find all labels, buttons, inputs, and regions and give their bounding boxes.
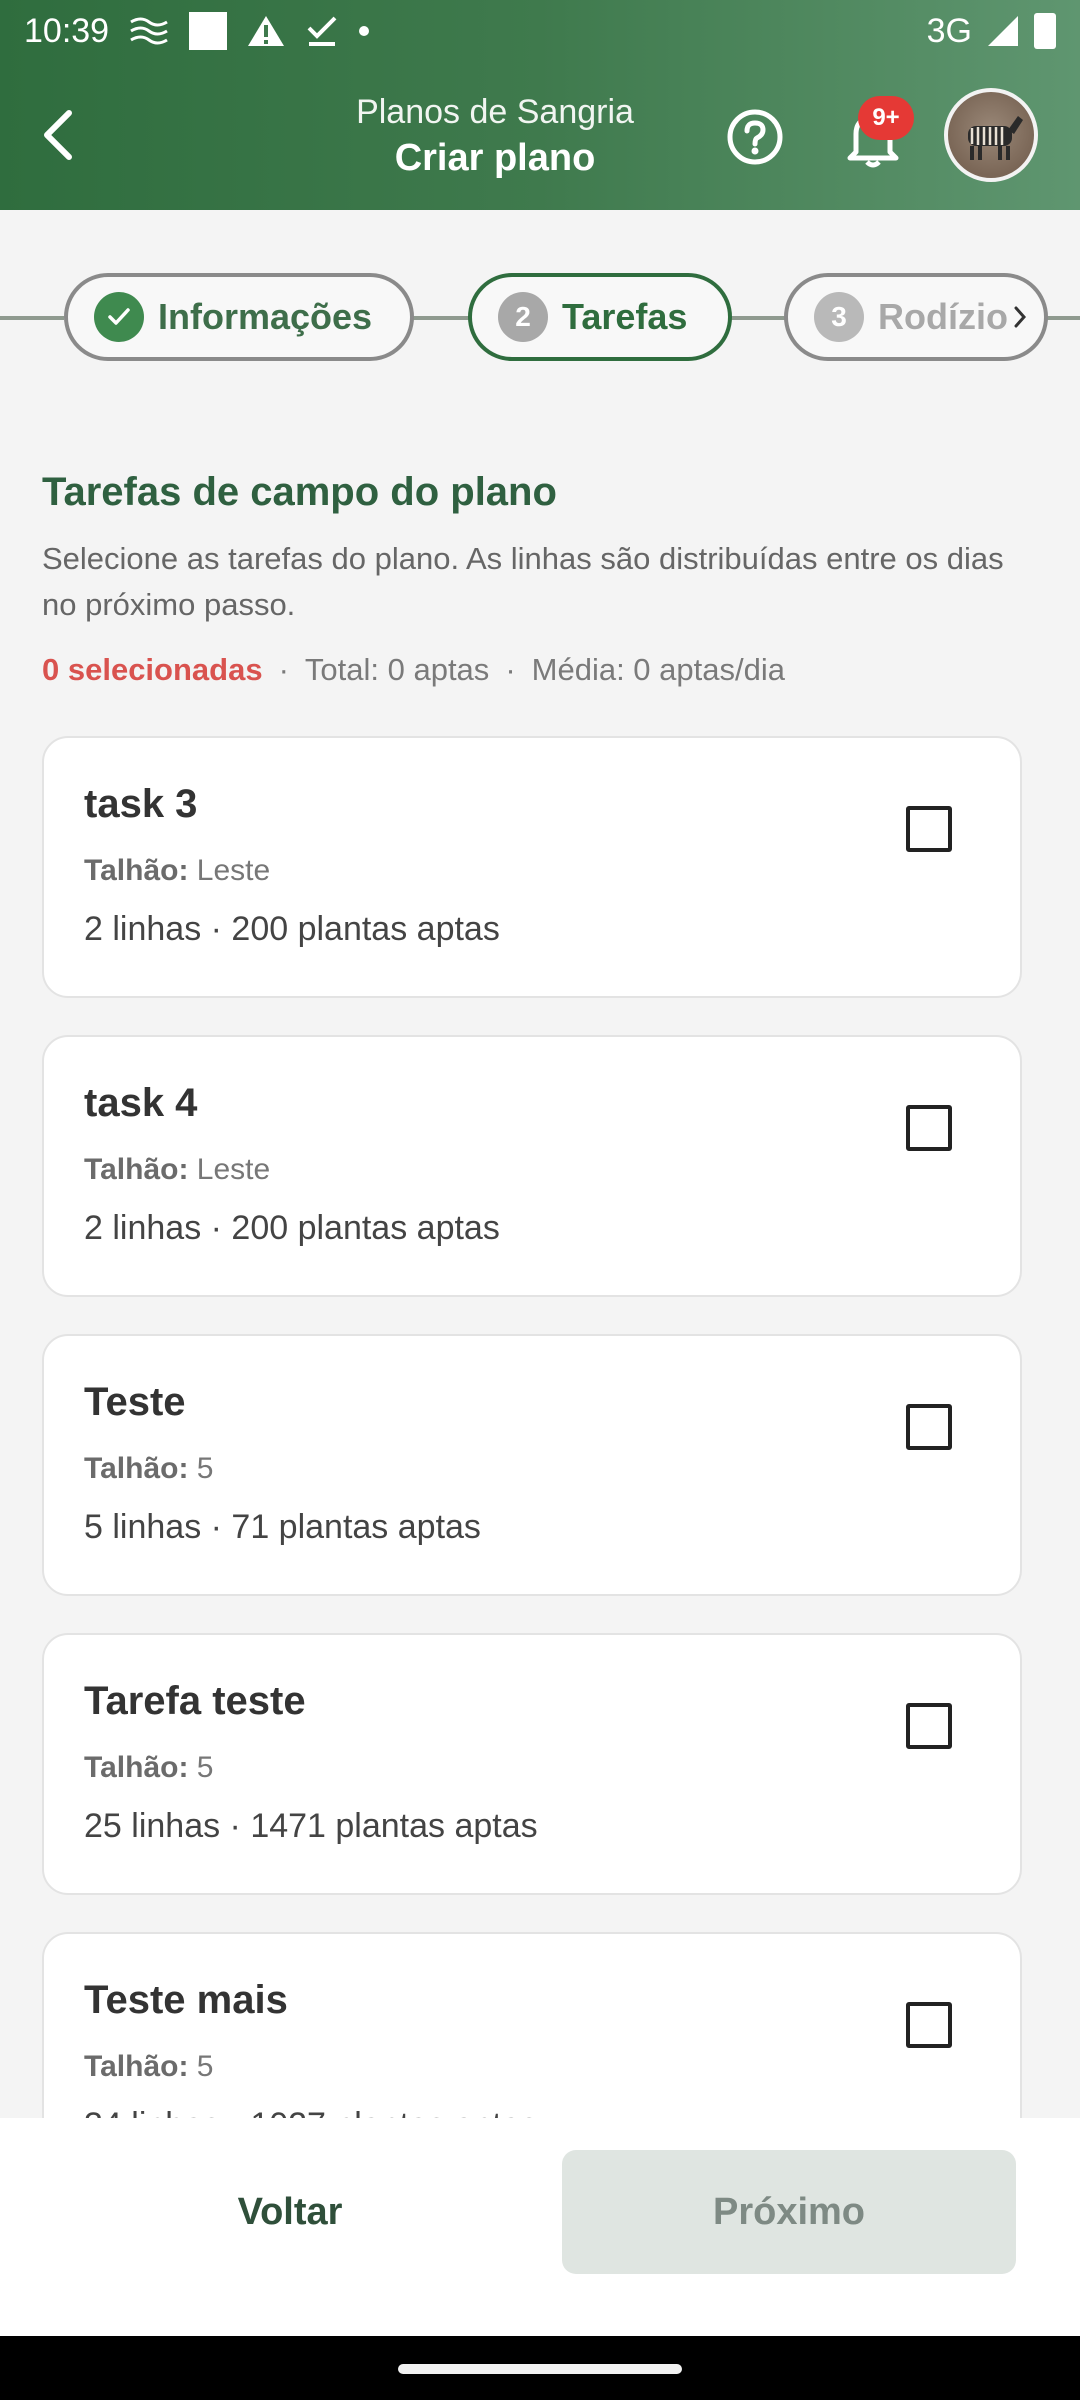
- selection-summary: 0 selecionadas · Total: 0 aptas · Média:…: [42, 652, 785, 688]
- task-name: Teste mais: [84, 1978, 288, 2022]
- task-card[interactable]: task 4 Talhão: Leste 2 linhas · 200 plan…: [42, 1035, 1022, 1297]
- next-button[interactable]: Próximo: [562, 2150, 1016, 2274]
- home-indicator[interactable]: [398, 2364, 682, 2374]
- task-name: task 3: [84, 782, 198, 826]
- step-rodizio[interactable]: 3 Rodízio: [784, 273, 1048, 361]
- plot-label: Talhão:: [84, 1153, 189, 1186]
- task-stats: 2 linhas · 200 plantas aptas: [84, 1209, 500, 1247]
- network-type: 3G: [926, 11, 972, 50]
- page-title: Criar plano: [394, 137, 596, 179]
- plot-value: Leste: [196, 1153, 271, 1186]
- plot-label: Talhão:: [84, 854, 189, 887]
- battery-icon: [1034, 13, 1056, 49]
- plot-value: 5: [196, 2050, 214, 2083]
- summary-separator: ·: [505, 652, 516, 687]
- wind-icon: [130, 17, 168, 45]
- app-bar: Planos de Sangria Criar plano 9+: [0, 62, 1080, 210]
- app-header: 10:39 3G Planos de Sangria Criar plano 9…: [0, 0, 1080, 210]
- task-card[interactable]: task 3 Talhão: Leste 2 linhas · 200 plan…: [42, 736, 1022, 998]
- task-stats: 5 linhas · 71 plantas aptas: [84, 1508, 481, 1546]
- task-plot: Talhão: 5: [84, 1751, 213, 1785]
- plot-label: Talhão:: [84, 2050, 189, 2083]
- task-plot: Talhão: Leste: [84, 1153, 270, 1187]
- task-checkbox[interactable]: [906, 2002, 952, 2048]
- section-title: Tarefas de campo do plano: [42, 470, 557, 514]
- bottom-action-bar: Voltar Próximo: [0, 2118, 1080, 2336]
- total-count: Total: 0 aptas: [304, 652, 490, 687]
- task-checkbox[interactable]: [906, 1404, 952, 1450]
- step-number: 2: [498, 292, 548, 342]
- plot-label: Talhão:: [84, 1751, 189, 1784]
- task-name: Teste: [84, 1380, 186, 1424]
- stepper-connector: [0, 316, 64, 320]
- system-nav-bar: [0, 2336, 1080, 2400]
- step-check-circle: [94, 292, 144, 342]
- warning-icon: [248, 16, 285, 46]
- avatar[interactable]: [944, 88, 1038, 182]
- stepper-connector: [412, 316, 470, 320]
- plot-value: 5: [196, 1452, 214, 1485]
- header-subtitle: Planos de Sangria: [356, 93, 634, 131]
- average-count: Média: 0 aptas/dia: [531, 652, 785, 687]
- zebra-icon: [968, 116, 1023, 160]
- status-bar: 10:39 3G: [0, 0, 1080, 62]
- status-time: 10:39: [24, 11, 110, 50]
- task-checkbox[interactable]: [906, 1105, 952, 1151]
- check-download-icon: [307, 16, 337, 46]
- task-stats: 25 linhas · 1471 plantas aptas: [84, 1807, 538, 1845]
- step-tarefas[interactable]: 2 Tarefas: [468, 273, 732, 361]
- chevron-left-icon: [44, 110, 72, 160]
- selected-count: 0 selecionadas: [42, 652, 263, 687]
- chevron-right-icon: [1008, 305, 1032, 329]
- task-plot: Talhão: 5: [84, 2050, 213, 2084]
- summary-separator: ·: [278, 652, 289, 687]
- task-checkbox[interactable]: [906, 806, 952, 852]
- plot-label: Talhão:: [84, 1452, 189, 1485]
- dot-icon: [359, 26, 370, 36]
- task-card[interactable]: Teste mais Talhão: 5 34 linhas · 1027 pl…: [42, 1932, 1022, 2118]
- plot-value: 5: [196, 1751, 214, 1784]
- plot-value: Leste: [196, 854, 271, 887]
- back-arrow-button[interactable]: [22, 100, 92, 170]
- step-informacoes[interactable]: Informações: [64, 273, 414, 361]
- step-label: Informações: [158, 296, 373, 337]
- help-icon[interactable]: [726, 108, 784, 166]
- task-list[interactable]: task 3 Talhão: Leste 2 linhas · 200 plan…: [0, 730, 1080, 2118]
- task-stats: 2 linhas · 200 plantas aptas: [84, 910, 500, 948]
- task-card[interactable]: Teste Talhão: 5 5 linhas · 71 plantas ap…: [42, 1334, 1022, 1596]
- task-name: task 4: [84, 1081, 198, 1125]
- back-button[interactable]: Voltar: [42, 2150, 538, 2274]
- stepper-connector: [1046, 316, 1080, 320]
- header-titles: Planos de Sangria Criar plano: [240, 90, 750, 182]
- step-label: Tarefas: [562, 296, 688, 337]
- task-name: Tarefa teste: [84, 1679, 306, 1723]
- signal-icon: [988, 16, 1018, 46]
- square-icon: [189, 12, 228, 50]
- stepper: Informações 2 Tarefas 3 Rodízio: [0, 270, 1080, 366]
- step-number: 3: [814, 292, 864, 342]
- task-stats: 34 linhas · 1027 plantas aptas: [84, 2106, 538, 2118]
- step-label: Rodízio: [878, 296, 1008, 337]
- stepper-connector: [730, 316, 786, 320]
- task-plot: Talhão: 5: [84, 1452, 213, 1486]
- task-checkbox[interactable]: [906, 1703, 952, 1749]
- section-description: Selecione as tarefas do plano. As linhas…: [42, 541, 1004, 622]
- task-plot: Talhão: Leste: [84, 854, 270, 888]
- task-card[interactable]: Tarefa teste Talhão: 5 25 linhas · 1471 …: [42, 1633, 1022, 1895]
- notification-badge: 9+: [858, 96, 914, 140]
- check-icon: [108, 308, 130, 325]
